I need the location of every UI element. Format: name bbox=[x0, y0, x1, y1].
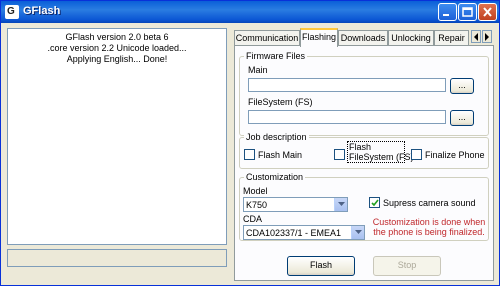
fs-label: FileSystem (FS) bbox=[248, 97, 313, 107]
flashing-panel: Firmware Files Main ... FileSystem (FS) … bbox=[234, 45, 494, 281]
window-title: GFlash bbox=[23, 5, 61, 17]
tab-downloads[interactable]: Downloads bbox=[338, 30, 388, 46]
job-group-title: Job description bbox=[244, 132, 309, 142]
firmware-group-title: Firmware Files bbox=[244, 51, 308, 61]
note-line-1: Customization is done when bbox=[372, 217, 486, 227]
flash-main-label: Flash Main bbox=[258, 150, 303, 160]
supress-camera-checkbox[interactable] bbox=[369, 197, 380, 208]
tab-unlocking[interactable]: Unlocking bbox=[388, 30, 434, 46]
fs-file-field[interactable] bbox=[248, 110, 446, 124]
minimize-button[interactable] bbox=[438, 3, 457, 21]
cda-value: CDA102337/1 - EMEA1 bbox=[246, 228, 342, 238]
arrow-left-icon bbox=[474, 33, 478, 41]
arrow-right-icon bbox=[485, 33, 489, 41]
cda-select[interactable]: CDA102337/1 - EMEA1 bbox=[243, 225, 365, 240]
job-description-group: Job description Flash Main Flash FileSys… bbox=[239, 132, 489, 169]
supress-camera-label: Supress camera sound bbox=[383, 198, 476, 208]
cda-label: CDA bbox=[243, 214, 263, 224]
log-line: GFlash version 2.0 beta 6 bbox=[65, 32, 169, 42]
flash-fs-label-1: Flash bbox=[349, 142, 372, 152]
title-bar[interactable]: G GFlash bbox=[1, 1, 499, 23]
tab-repair[interactable]: Repair bbox=[434, 30, 469, 46]
flash-main-checkbox[interactable] bbox=[244, 149, 255, 160]
flash-button[interactable]: Flash bbox=[287, 256, 355, 276]
chevron-down-icon bbox=[355, 230, 362, 234]
app-icon: G bbox=[5, 5, 19, 19]
customization-group: Customization Model K750 CDA CDA102337/1… bbox=[239, 172, 489, 241]
note-line-2: the phone is being finalized. bbox=[373, 227, 485, 237]
minimize-icon bbox=[443, 14, 449, 16]
maximize-icon bbox=[462, 7, 473, 17]
flash-fs-checkbox[interactable] bbox=[334, 149, 345, 160]
main-label: Main bbox=[248, 65, 268, 75]
status-box bbox=[7, 249, 227, 267]
model-select[interactable]: K750 bbox=[243, 197, 348, 212]
log-line: Applying English... Done! bbox=[66, 54, 168, 64]
cda-dropdown-button[interactable] bbox=[351, 226, 364, 239]
tab-scroll-left-button[interactable] bbox=[471, 30, 481, 43]
browse-fs-button[interactable]: ... bbox=[450, 110, 474, 126]
finalize-phone-checkbox[interactable] bbox=[411, 149, 422, 160]
customization-note: Customization is done when the phone is … bbox=[372, 217, 486, 237]
model-label: Model bbox=[243, 186, 268, 196]
checkmark-icon bbox=[371, 199, 379, 207]
tab-communication[interactable]: Communication bbox=[234, 30, 300, 46]
chevron-down-icon bbox=[338, 202, 345, 206]
maximize-button[interactable] bbox=[458, 3, 477, 21]
flash-fs-focus: Flash FileSystem (FS) bbox=[347, 141, 414, 163]
close-icon bbox=[483, 7, 492, 17]
model-dropdown-button[interactable] bbox=[334, 198, 347, 211]
browse-main-button[interactable]: ... bbox=[450, 78, 474, 94]
stop-button[interactable]: Stop bbox=[373, 256, 441, 276]
main-file-field[interactable] bbox=[248, 78, 446, 92]
customization-group-title: Customization bbox=[244, 172, 306, 182]
finalize-phone-label: Finalize Phone bbox=[425, 150, 485, 160]
close-button[interactable] bbox=[478, 3, 497, 21]
tab-scroll-right-button[interactable] bbox=[482, 30, 492, 43]
log-line: .core version 2.2 Unicode loaded... bbox=[47, 43, 187, 53]
log-output[interactable]: GFlash version 2.0 beta 6 .core version … bbox=[7, 28, 227, 245]
tab-flashing[interactable]: Flashing bbox=[300, 28, 338, 47]
gflash-window: G GFlash GFlash version 2.0 beta 6 .core… bbox=[0, 0, 500, 286]
firmware-files-group: Firmware Files Main ... FileSystem (FS) … bbox=[239, 51, 489, 136]
model-value: K750 bbox=[246, 200, 268, 210]
flash-fs-label-2: FileSystem (FS) bbox=[349, 152, 414, 162]
